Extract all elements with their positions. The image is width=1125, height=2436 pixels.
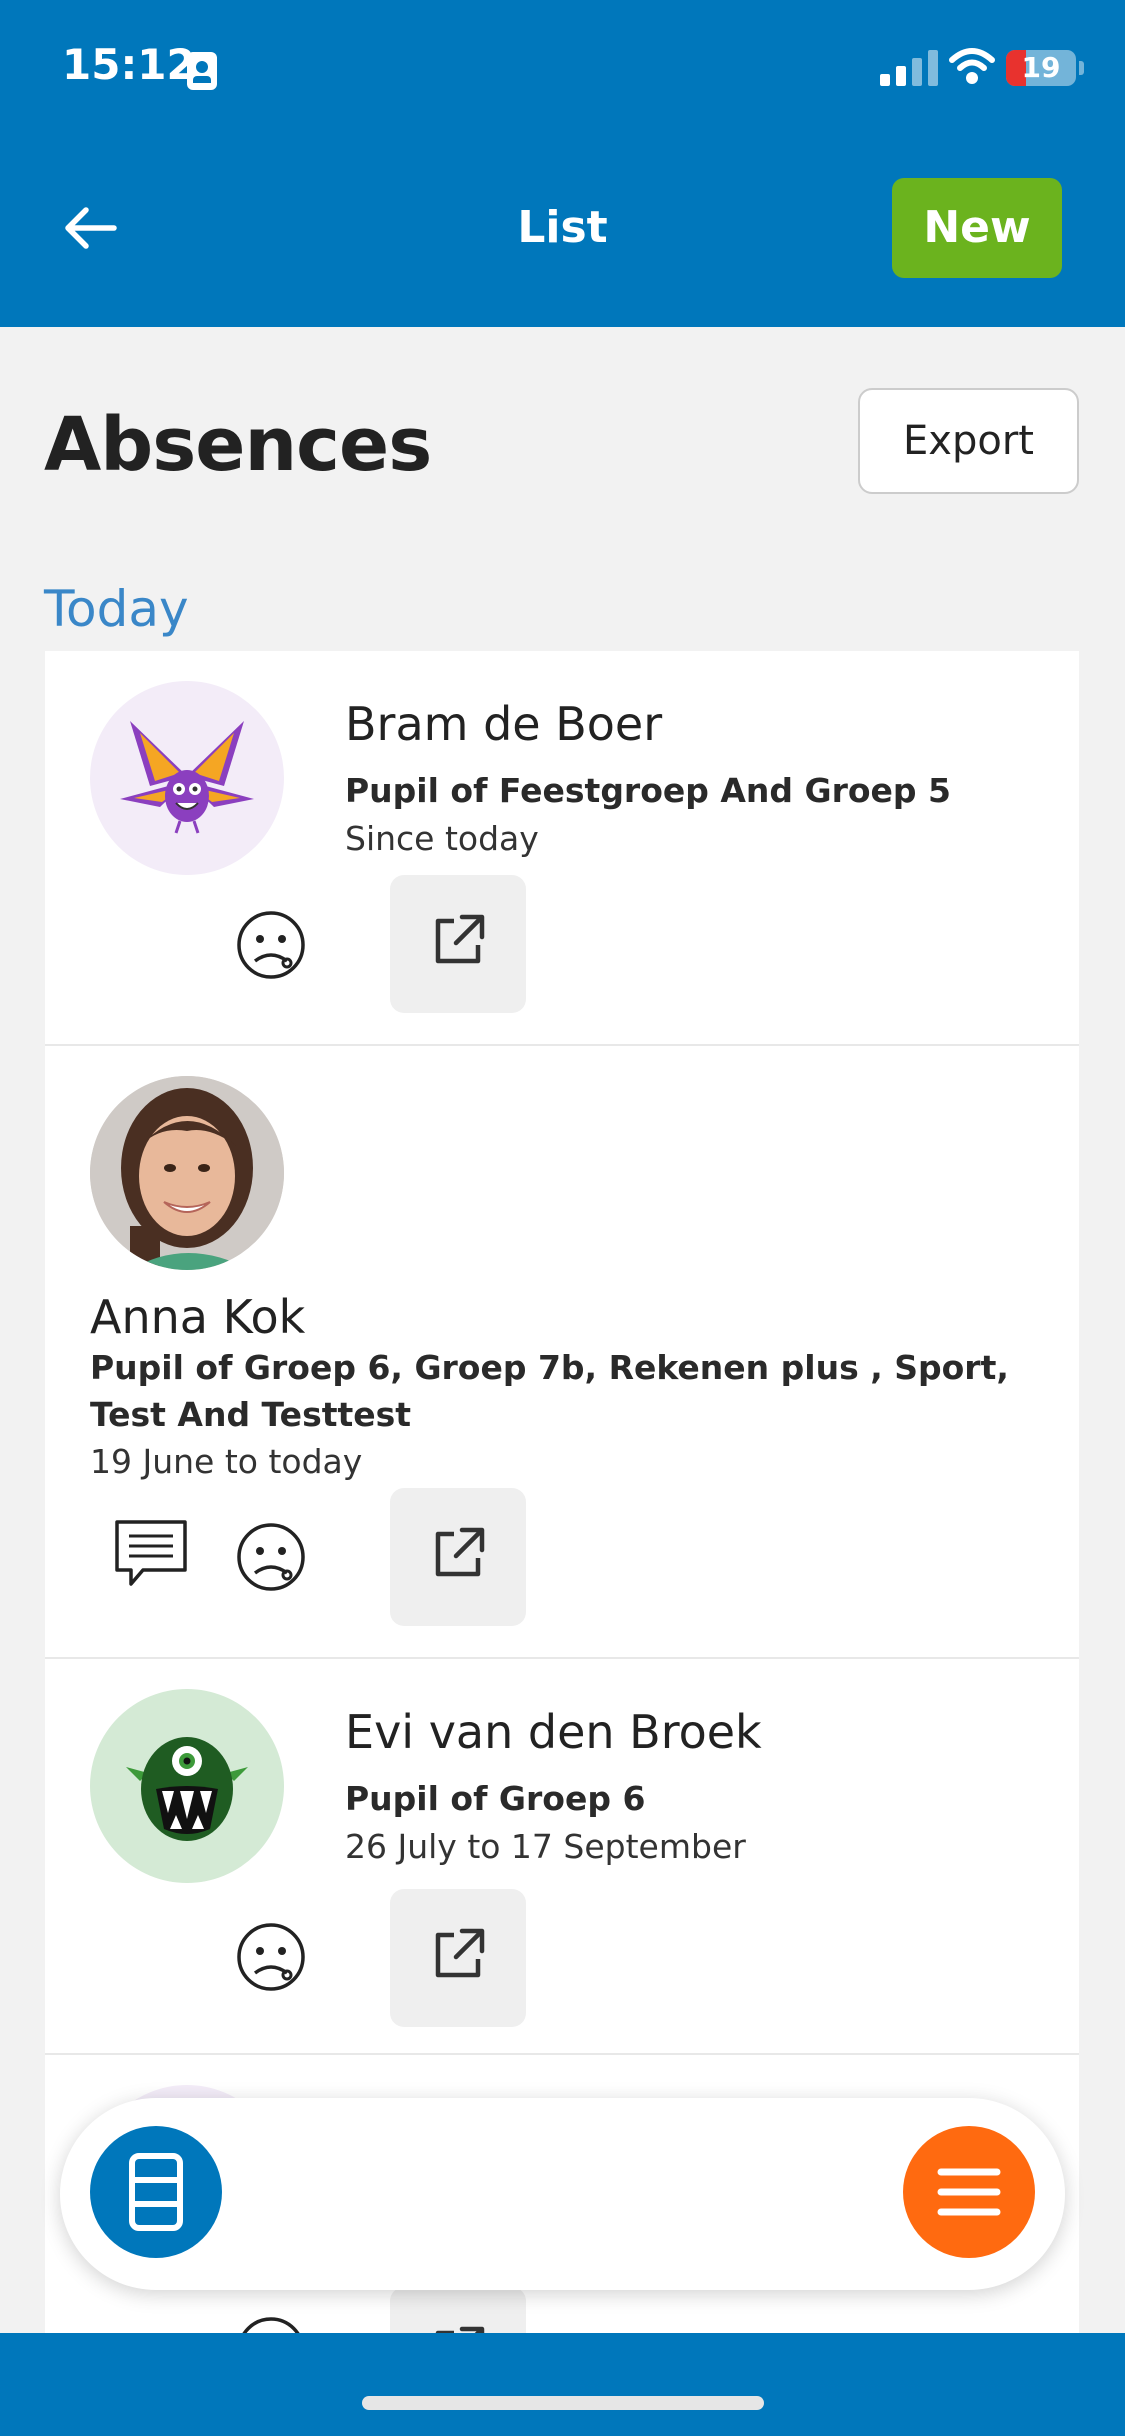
external-link-icon [435,1527,485,1577]
battery-tip [1079,61,1084,75]
avatar [90,1076,284,1270]
absence-card[interactable]: Bram de Boer Pupil of Feestgroep And Gro… [45,651,1079,1046]
external-link-icon [435,914,485,964]
wifi-icon [949,48,995,84]
external-link-icon [435,1928,485,1978]
pupil-name: Evi van den Broek [345,1705,762,1759]
sick-face-icon [237,1523,305,1591]
home-indicator[interactable] [362,2396,764,2410]
avatar [90,681,284,875]
bat-monster-icon [120,721,254,834]
sick-face-icon [237,911,305,979]
absence-card[interactable]: Anna Kok Pupil of Groep 6, Groep 7b, Rek… [45,1046,1079,1659]
sick-face-icon [237,1923,305,1991]
message-icon [115,1520,187,1586]
pupil-groups: Pupil of Groep 6, Groep 7b, Rekenen plus… [90,1348,1009,1434]
pupil-groups: Pupil of Feestgroep And Groep 5 [345,771,952,810]
contact-card-icon [187,52,217,90]
pupil-groups: Pupil of Groep 6 [345,1779,646,1818]
pupil-photo [90,1076,284,1270]
bottom-safe-area [0,2333,1125,2436]
battery-icon: 19 [1006,50,1076,86]
export-button[interactable]: Export [858,388,1079,494]
pupil-name: Anna Kok [90,1290,306,1344]
absence-period: 26 July to 17 September [345,1827,746,1866]
menu-button[interactable] [903,2126,1035,2258]
status-time: 15:12 [62,40,196,89]
signal-icon [880,50,940,86]
open-detail-button[interactable] [390,1889,526,2027]
green-monster-icon [126,1737,248,1841]
overview-button[interactable] [90,2126,222,2258]
open-detail-button[interactable] [390,1488,526,1626]
battery-percentage: 19 [1021,51,1061,84]
absence-period: 19 June to today [90,1442,363,1481]
list-panel-icon [129,2153,183,2231]
open-detail-button[interactable] [390,875,526,1013]
new-button[interactable]: New [892,178,1062,278]
pupil-name: Bram de Boer [345,697,663,751]
avatar [90,1689,284,1883]
section-label-today: Today [44,580,189,638]
absence-period: Since today [345,819,539,858]
page-title: Absences [44,402,432,488]
absence-card[interactable]: Evi van den Broek Pupil of Groep 6 26 Ju… [45,1659,1079,2055]
hamburger-menu-icon [937,2168,1001,2216]
